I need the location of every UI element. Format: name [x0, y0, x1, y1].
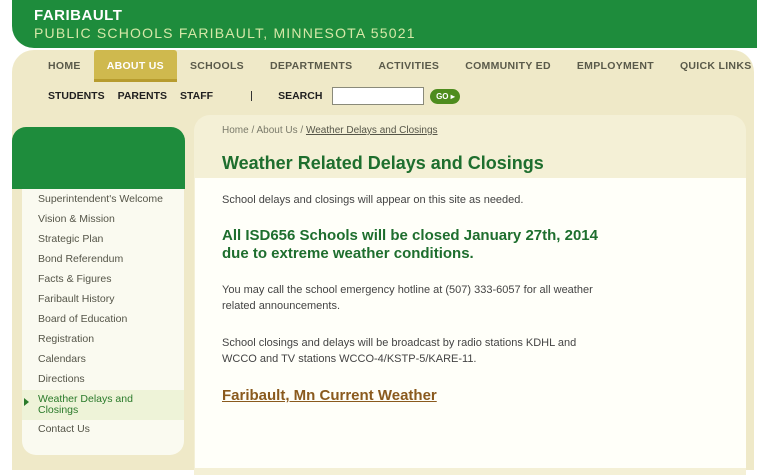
- breadcrumb-current[interactable]: Weather Delays and Closings: [306, 125, 438, 136]
- nav-employment[interactable]: EMPLOYMENT: [564, 50, 667, 82]
- sidebar-item-contact-us[interactable]: Contact Us: [38, 424, 90, 435]
- breadcrumb-sep: /: [297, 125, 306, 136]
- audience-nav: STUDENTS PARENTS STAFF SEARCH GO ▸: [48, 87, 461, 105]
- nav-quick-links[interactable]: QUICK LINKS: [667, 50, 757, 82]
- intro-text: School delays and closings will appear o…: [222, 194, 524, 206]
- sidebar-item-vision-mission[interactable]: Vision & Mission: [38, 214, 115, 225]
- nav-activities[interactable]: ACTIVITIES: [365, 50, 452, 82]
- hotline-line1: You may call the school emergency hotlin…: [222, 284, 593, 296]
- go-button[interactable]: GO ▸: [430, 88, 461, 104]
- site-name[interactable]: FARIBAULT: [34, 7, 122, 24]
- site-header: FARIBAULT PUBLIC SCHOOLS FARIBAULT, MINN…: [12, 0, 757, 48]
- link-students[interactable]: STUDENTS: [48, 90, 105, 102]
- nav-departments[interactable]: DEPARTMENTS: [257, 50, 365, 82]
- sidebar-item-label-line2: Closings: [38, 404, 79, 416]
- sidebar-item-bond-referendum[interactable]: Bond Referendum: [38, 254, 123, 265]
- nav-home[interactable]: HOME: [35, 50, 94, 82]
- alert-line1: All ISD656 Schools will be closed Januar…: [222, 227, 598, 244]
- breadcrumb-home[interactable]: Home: [222, 125, 249, 136]
- link-staff[interactable]: STAFF: [180, 90, 213, 102]
- main-nav: HOME ABOUT US SCHOOLS DEPARTMENTS ACTIVI…: [35, 50, 757, 82]
- nav-schools[interactable]: SCHOOLS: [177, 50, 257, 82]
- sidebar-item-registration[interactable]: Registration: [38, 334, 94, 345]
- alert-line2: due to extreme weather conditions.: [222, 245, 474, 262]
- sidebar-item-superintendents-welcome[interactable]: Superintendent's Welcome: [38, 194, 163, 205]
- broadcast-paragraph: School closings and delays will be broad…: [222, 335, 652, 367]
- broadcast-line2: WCCO and TV stations WCCO-4/KSTP-5/KARE-…: [222, 353, 477, 365]
- hotline-line2: related announcements.: [222, 300, 341, 312]
- sidebar-header-bar: [12, 127, 185, 189]
- sidebar-item-board-of-education[interactable]: Board of Education: [38, 314, 127, 325]
- sidebar: Superintendent's Welcome Vision & Missio…: [22, 189, 184, 455]
- nav-about-us[interactable]: ABOUT US: [93, 50, 177, 82]
- current-weather-link[interactable]: Faribault, Mn Current Weather: [222, 387, 437, 404]
- separator: [251, 91, 253, 101]
- search-label: SEARCH: [278, 90, 323, 102]
- sidebar-item-directions[interactable]: Directions: [38, 374, 85, 385]
- sidebar-item-facts-figures[interactable]: Facts & Figures: [38, 274, 112, 285]
- hotline-paragraph: You may call the school emergency hotlin…: [222, 282, 652, 314]
- sidebar-item-weather-delays[interactable]: Weather Delays and Closings: [22, 390, 184, 420]
- sidebar-item-calendars[interactable]: Calendars: [38, 354, 86, 365]
- search-input[interactable]: [332, 87, 425, 105]
- breadcrumb: Home / About Us / Weather Delays and Clo…: [222, 125, 438, 136]
- site-subtitle: PUBLIC SCHOOLS FARIBAULT, MINNESOTA 5502…: [34, 25, 416, 41]
- content-panel: [195, 178, 746, 468]
- breadcrumb-about[interactable]: About Us: [256, 125, 297, 136]
- closure-alert: All ISD656 Schools will be closed Januar…: [222, 227, 682, 263]
- sidebar-item-strategic-plan[interactable]: Strategic Plan: [38, 234, 103, 245]
- nav-community-ed[interactable]: COMMUNITY ED: [452, 50, 564, 82]
- sidebar-item-faribault-history[interactable]: Faribault History: [38, 294, 114, 305]
- page-title: Weather Related Delays and Closings: [222, 153, 544, 173]
- link-parents[interactable]: PARENTS: [118, 90, 167, 102]
- broadcast-line1: School closings and delays will be broad…: [222, 337, 577, 349]
